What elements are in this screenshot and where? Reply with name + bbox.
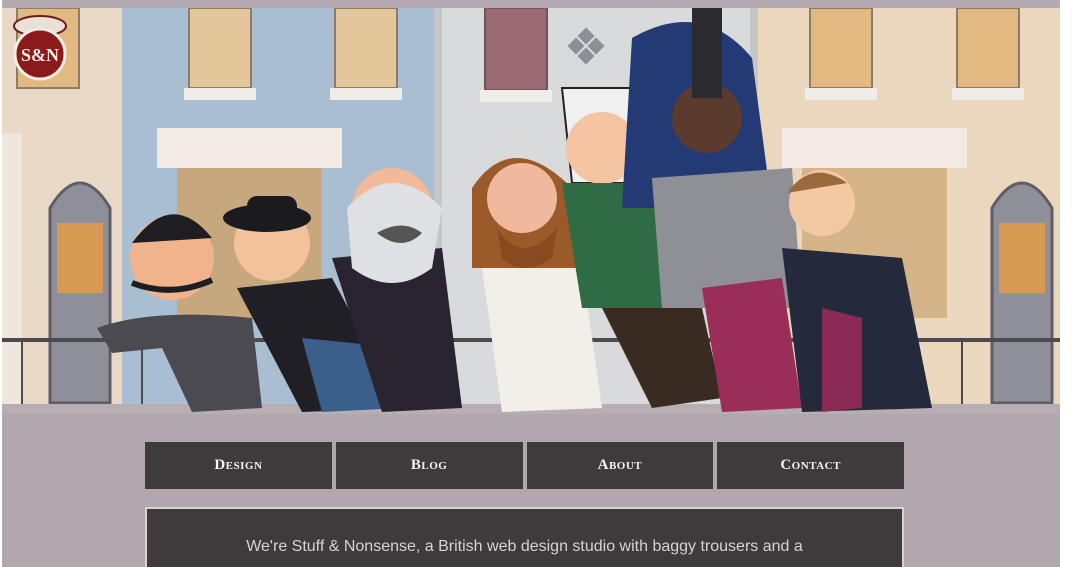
page: S&N Design Blog About Contact We're Stuf… bbox=[2, 0, 1060, 567]
intro-text: We're Stuff & Nonsense, a British web de… bbox=[246, 538, 803, 555]
nav-contact[interactable]: Contact bbox=[717, 442, 904, 489]
main-nav: Design Blog About Contact bbox=[145, 442, 904, 489]
nav-design[interactable]: Design bbox=[145, 442, 332, 489]
nav-about[interactable]: About bbox=[526, 442, 714, 489]
hero-illustration bbox=[2, 8, 1060, 416]
logo-text: S&N bbox=[21, 45, 59, 65]
intro-panel: We're Stuff & Nonsense, a British web de… bbox=[145, 507, 904, 567]
site-logo[interactable]: S&N bbox=[10, 12, 70, 82]
nav-blog[interactable]: Blog bbox=[335, 442, 523, 489]
